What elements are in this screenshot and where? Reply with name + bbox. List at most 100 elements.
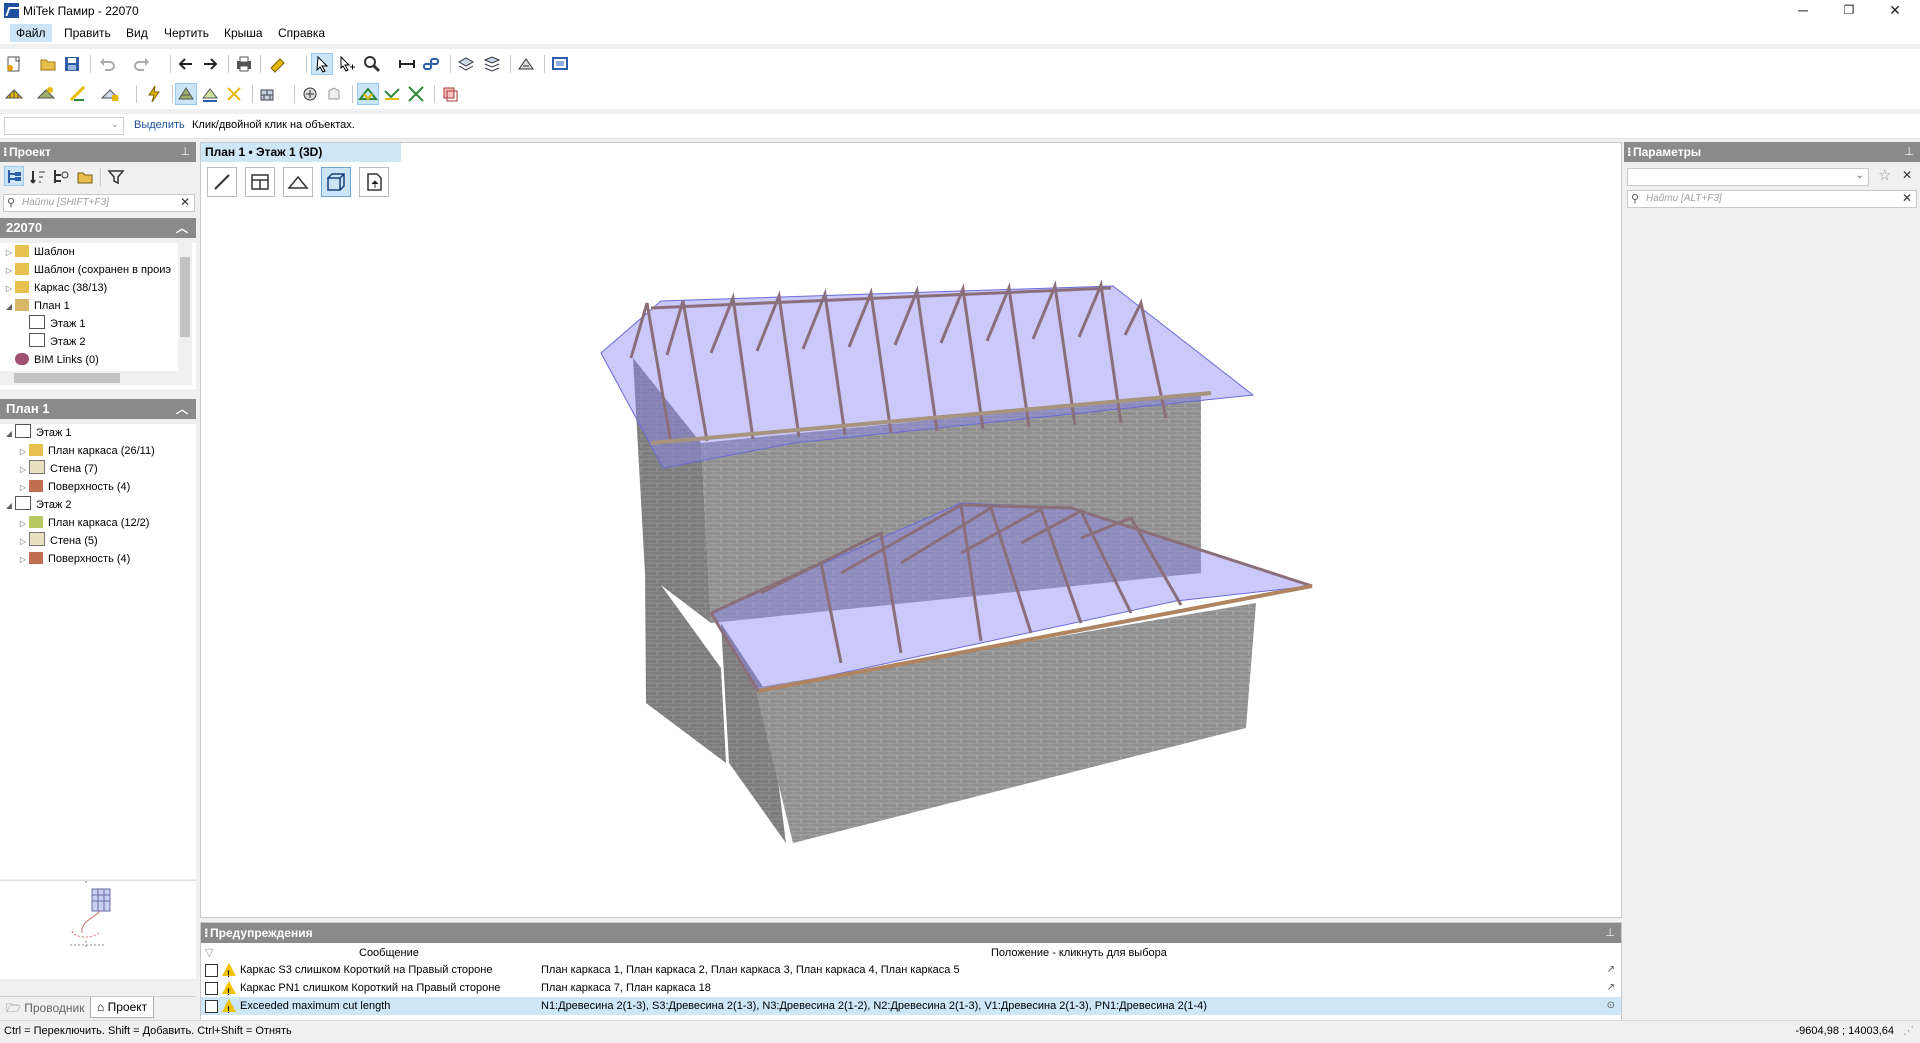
close-button[interactable]: ✕ bbox=[1872, 0, 1918, 22]
project-search-input[interactable]: ⚲ Найти [SHIFT+F3] ✕ bbox=[3, 194, 195, 212]
roof-layer-icon[interactable] bbox=[200, 84, 220, 104]
menu-help[interactable]: Справка bbox=[276, 26, 327, 40]
wall-tool-icon[interactable] bbox=[258, 84, 278, 104]
view-beams-icon[interactable] bbox=[382, 84, 402, 104]
measure-tool-icon[interactable] bbox=[268, 54, 288, 74]
frame-tool-icon[interactable] bbox=[100, 84, 120, 104]
tree-item-template[interactable]: ▷ Шаблон bbox=[3, 243, 75, 261]
collapse-icon[interactable]: ︿ bbox=[176, 218, 188, 238]
warning-row[interactable]: Каркас PN1 слишком Короткий на Правый ст… bbox=[201, 979, 1621, 1001]
sort-icon[interactable] bbox=[29, 167, 47, 185]
layers-stack-icon[interactable] bbox=[482, 54, 502, 74]
star-icon[interactable]: ☆ bbox=[1878, 166, 1891, 184]
connector-icon[interactable] bbox=[324, 84, 344, 104]
warning-checkbox[interactable] bbox=[205, 1000, 218, 1013]
tree-item-frame[interactable]: ▷ Каркас (38/13) bbox=[3, 279, 107, 297]
tree-item-frame-plan[interactable]: ▷ План каркаса (26/11) bbox=[17, 442, 155, 460]
maximize-button[interactable]: ❐ bbox=[1826, 0, 1872, 22]
clear-search-icon[interactable]: ✕ bbox=[180, 195, 190, 209]
pin-icon[interactable]: ⊥ bbox=[1904, 142, 1914, 162]
layers-icon[interactable] bbox=[456, 54, 476, 74]
project-name-header[interactable]: 22070 ︿ bbox=[0, 218, 196, 238]
tree-item-floor2[interactable]: ◢ Этаж 2 bbox=[3, 496, 71, 514]
app-logo-icon bbox=[4, 3, 19, 18]
print-icon[interactable] bbox=[234, 54, 254, 74]
close-params-icon[interactable]: ✕ bbox=[1902, 168, 1912, 182]
tree-view-icon[interactable] bbox=[4, 166, 24, 186]
plan-panel-header[interactable]: План 1 ︿ bbox=[0, 399, 196, 419]
view-3d-icon[interactable] bbox=[440, 84, 460, 104]
tab-project[interactable]: ⌂ Проект bbox=[90, 997, 155, 1018]
menu-edit[interactable]: Править bbox=[62, 26, 113, 40]
menu-view[interactable]: Вид bbox=[124, 26, 150, 40]
redo-icon[interactable] bbox=[132, 54, 152, 74]
tree-item-frame-plan[interactable]: ▷ План каркаса (12/2) bbox=[17, 514, 149, 532]
render-icon[interactable] bbox=[516, 54, 536, 74]
new-icon[interactable] bbox=[4, 54, 24, 74]
goto-icon[interactable]: ↗ bbox=[1607, 961, 1615, 979]
screen-icon[interactable] bbox=[550, 54, 570, 74]
params-search-input[interactable]: ⚲ Найти [ALT+F3] ✕ bbox=[1627, 190, 1917, 208]
filter-icon[interactable] bbox=[106, 167, 125, 185]
tree-item-wall[interactable]: ▷ Стена (7) bbox=[17, 460, 98, 478]
truss-tool-icon[interactable] bbox=[4, 84, 24, 104]
project-tree-vscrollbar[interactable] bbox=[178, 243, 192, 371]
back-arrow-icon[interactable] bbox=[176, 54, 196, 74]
warning-row[interactable]: Каркас S3 слишком Короткий на Правый сто… bbox=[201, 961, 1621, 983]
beam-tool-icon[interactable] bbox=[68, 84, 88, 104]
folder-view-icon[interactable] bbox=[75, 167, 93, 185]
menu-bar: Файл Править Вид Чертить Крыша Справка bbox=[0, 22, 1920, 44]
resize-grip-icon[interactable]: ⋰ bbox=[1903, 1024, 1914, 1037]
forward-arrow-icon[interactable] bbox=[200, 54, 220, 74]
select-mode-label[interactable]: Выделить bbox=[134, 119, 185, 131]
warning-checkbox[interactable] bbox=[205, 982, 218, 995]
col-position[interactable]: Положение - кликнуть для выбора bbox=[991, 947, 1167, 959]
building-3d-model[interactable] bbox=[201, 143, 1621, 917]
pin-icon[interactable]: ⊥ bbox=[1605, 923, 1615, 943]
project-tree-hscrollbar[interactable] bbox=[0, 371, 192, 385]
select-add-icon[interactable] bbox=[336, 54, 356, 74]
link-icon[interactable] bbox=[421, 54, 441, 74]
group-icon[interactable] bbox=[51, 167, 69, 185]
dimension-icon[interactable] bbox=[397, 54, 417, 74]
menu-roof[interactable]: Крыша bbox=[222, 26, 265, 40]
params-object-combo[interactable]: ⌄ bbox=[1627, 168, 1869, 186]
view-hips-icon[interactable] bbox=[406, 84, 426, 104]
hip-tool-icon[interactable] bbox=[224, 84, 244, 104]
auto-tool-icon[interactable] bbox=[144, 84, 164, 104]
warning-checkbox[interactable] bbox=[205, 964, 218, 977]
col-message[interactable]: Сообщение bbox=[359, 947, 419, 959]
tree-item-surface[interactable]: ▷ Поверхность (4) bbox=[17, 550, 130, 568]
filter-icon[interactable]: ▽ bbox=[205, 946, 213, 959]
viewport-3d[interactable]: План 1 • Этаж 1 (3D) bbox=[200, 142, 1622, 918]
pin-icon[interactable]: ⊥ bbox=[180, 142, 190, 162]
menu-file[interactable]: Файл bbox=[10, 24, 52, 42]
selection-combo[interactable]: ⌄ bbox=[4, 117, 124, 135]
tab-explorer[interactable]: 🗁 Проводник bbox=[2, 999, 88, 1017]
left-bottom-tabs: 🗁 Проводник ⌂ Проект bbox=[0, 996, 196, 1019]
tree-item-wall[interactable]: ▷ Стена (5) bbox=[17, 532, 98, 550]
tree-item-floor2[interactable]: Этаж 2 bbox=[29, 333, 85, 351]
plate-tool-icon[interactable] bbox=[300, 84, 320, 104]
roof-plane-icon[interactable] bbox=[175, 83, 197, 105]
goto-icon[interactable]: ⊙ bbox=[1607, 997, 1615, 1015]
view-trusses-icon[interactable] bbox=[357, 83, 379, 105]
warning-row[interactable]: Exceeded maximum cut length N1:Древесина… bbox=[201, 997, 1621, 1019]
tree-item-plan1[interactable]: ◢ План 1 bbox=[3, 297, 70, 315]
minimize-button[interactable]: ─ bbox=[1780, 0, 1826, 22]
select-pointer-icon[interactable] bbox=[311, 53, 333, 75]
tree-item-surface[interactable]: ▷ Поверхность (4) bbox=[17, 478, 130, 496]
open-icon[interactable] bbox=[38, 54, 58, 74]
menu-draw[interactable]: Чертить bbox=[162, 26, 211, 40]
undo-icon[interactable] bbox=[97, 54, 117, 74]
truss-edit-icon[interactable] bbox=[36, 84, 56, 104]
goto-icon[interactable]: ↗ bbox=[1607, 979, 1615, 997]
tree-item-floor1[interactable]: Этаж 1 bbox=[29, 315, 85, 333]
zoom-icon[interactable] bbox=[362, 54, 382, 74]
save-icon[interactable] bbox=[62, 54, 82, 74]
tree-item-template-saved[interactable]: ▷ Шаблон (сохранен в проиэ bbox=[3, 261, 171, 279]
tree-item-bim-links[interactable]: BIM Links (0) bbox=[15, 351, 99, 369]
tree-item-floor1[interactable]: ◢ Этаж 1 bbox=[3, 424, 71, 442]
clear-search-icon[interactable]: ✕ bbox=[1902, 191, 1912, 205]
collapse-icon[interactable]: ︿ bbox=[176, 399, 188, 419]
